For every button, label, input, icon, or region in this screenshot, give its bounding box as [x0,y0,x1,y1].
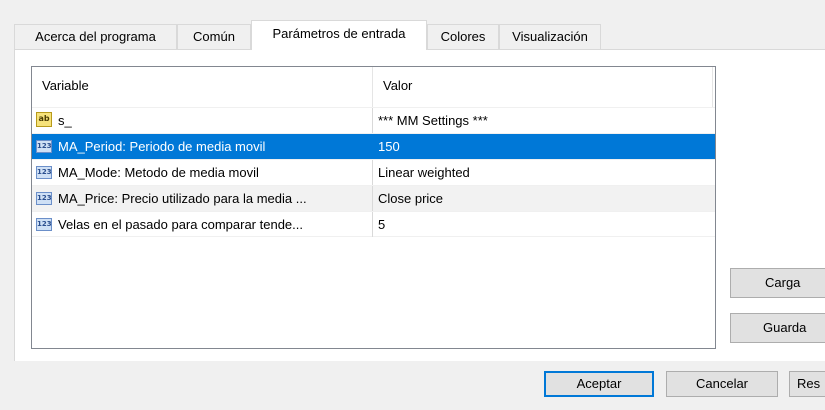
number-type-icon: 123 [36,166,52,179]
number-type-icon: 123 [36,218,52,231]
tab-common[interactable]: Común [177,24,251,50]
cell-divider [372,212,373,237]
tab-input-parameters[interactable]: Parámetros de entrada [251,20,427,50]
cancel-button[interactable]: Cancelar [666,371,778,397]
parameter-value[interactable]: Close price [378,186,443,211]
tab-colors[interactable]: Colores [427,24,499,50]
parameter-row-selected[interactable]: 123 MA_Period: Periodo de media movil 15… [32,133,715,159]
reset-button[interactable]: Res [789,371,825,397]
column-header-variable[interactable]: Variable [32,67,372,107]
load-button[interactable]: Carga [730,268,825,298]
parameter-value[interactable]: 150 [378,134,400,159]
parameter-row[interactable]: 123 MA_Mode: Metodo de media movil Linea… [32,159,715,185]
ok-button[interactable]: Aceptar [544,371,654,397]
parameter-row[interactable]: 123 MA_Price: Precio utilizado para la m… [32,185,715,211]
parameter-value[interactable]: *** MM Settings *** [378,108,488,133]
save-button[interactable]: Guarda [730,313,825,343]
parameters-grid[interactable]: Variable Valor ab s_ *** MM Settings ***… [31,66,716,349]
number-type-icon: 123 [36,140,52,153]
tab-about[interactable]: Acerca del programa [14,24,177,50]
parameter-name: MA_Period: Periodo de media movil [58,139,266,154]
grid-header: Variable Valor [32,67,715,107]
tab-visualization[interactable]: Visualización [499,24,601,50]
number-type-icon: 123 [36,192,52,205]
parameter-row[interactable]: ab s_ *** MM Settings *** [32,107,715,133]
parameter-value[interactable]: 5 [378,212,385,237]
cell-divider [372,160,373,185]
parameter-row[interactable]: 123 Velas en el pasado para comparar ten… [32,211,715,237]
column-header-value[interactable]: Valor [373,67,713,107]
parameter-name: MA_Mode: Metodo de media movil [58,165,259,180]
cell-divider [372,186,373,211]
parameter-name: MA_Price: Precio utilizado para la media… [58,191,307,206]
string-type-icon: ab [36,112,52,127]
cell-divider [372,108,373,133]
cell-divider [372,134,373,159]
parameter-value[interactable]: Linear weighted [378,160,470,185]
parameter-name: Velas en el pasado para comparar tende..… [58,217,303,232]
parameter-name: s_ [58,113,72,128]
column-divider[interactable] [712,67,713,107]
